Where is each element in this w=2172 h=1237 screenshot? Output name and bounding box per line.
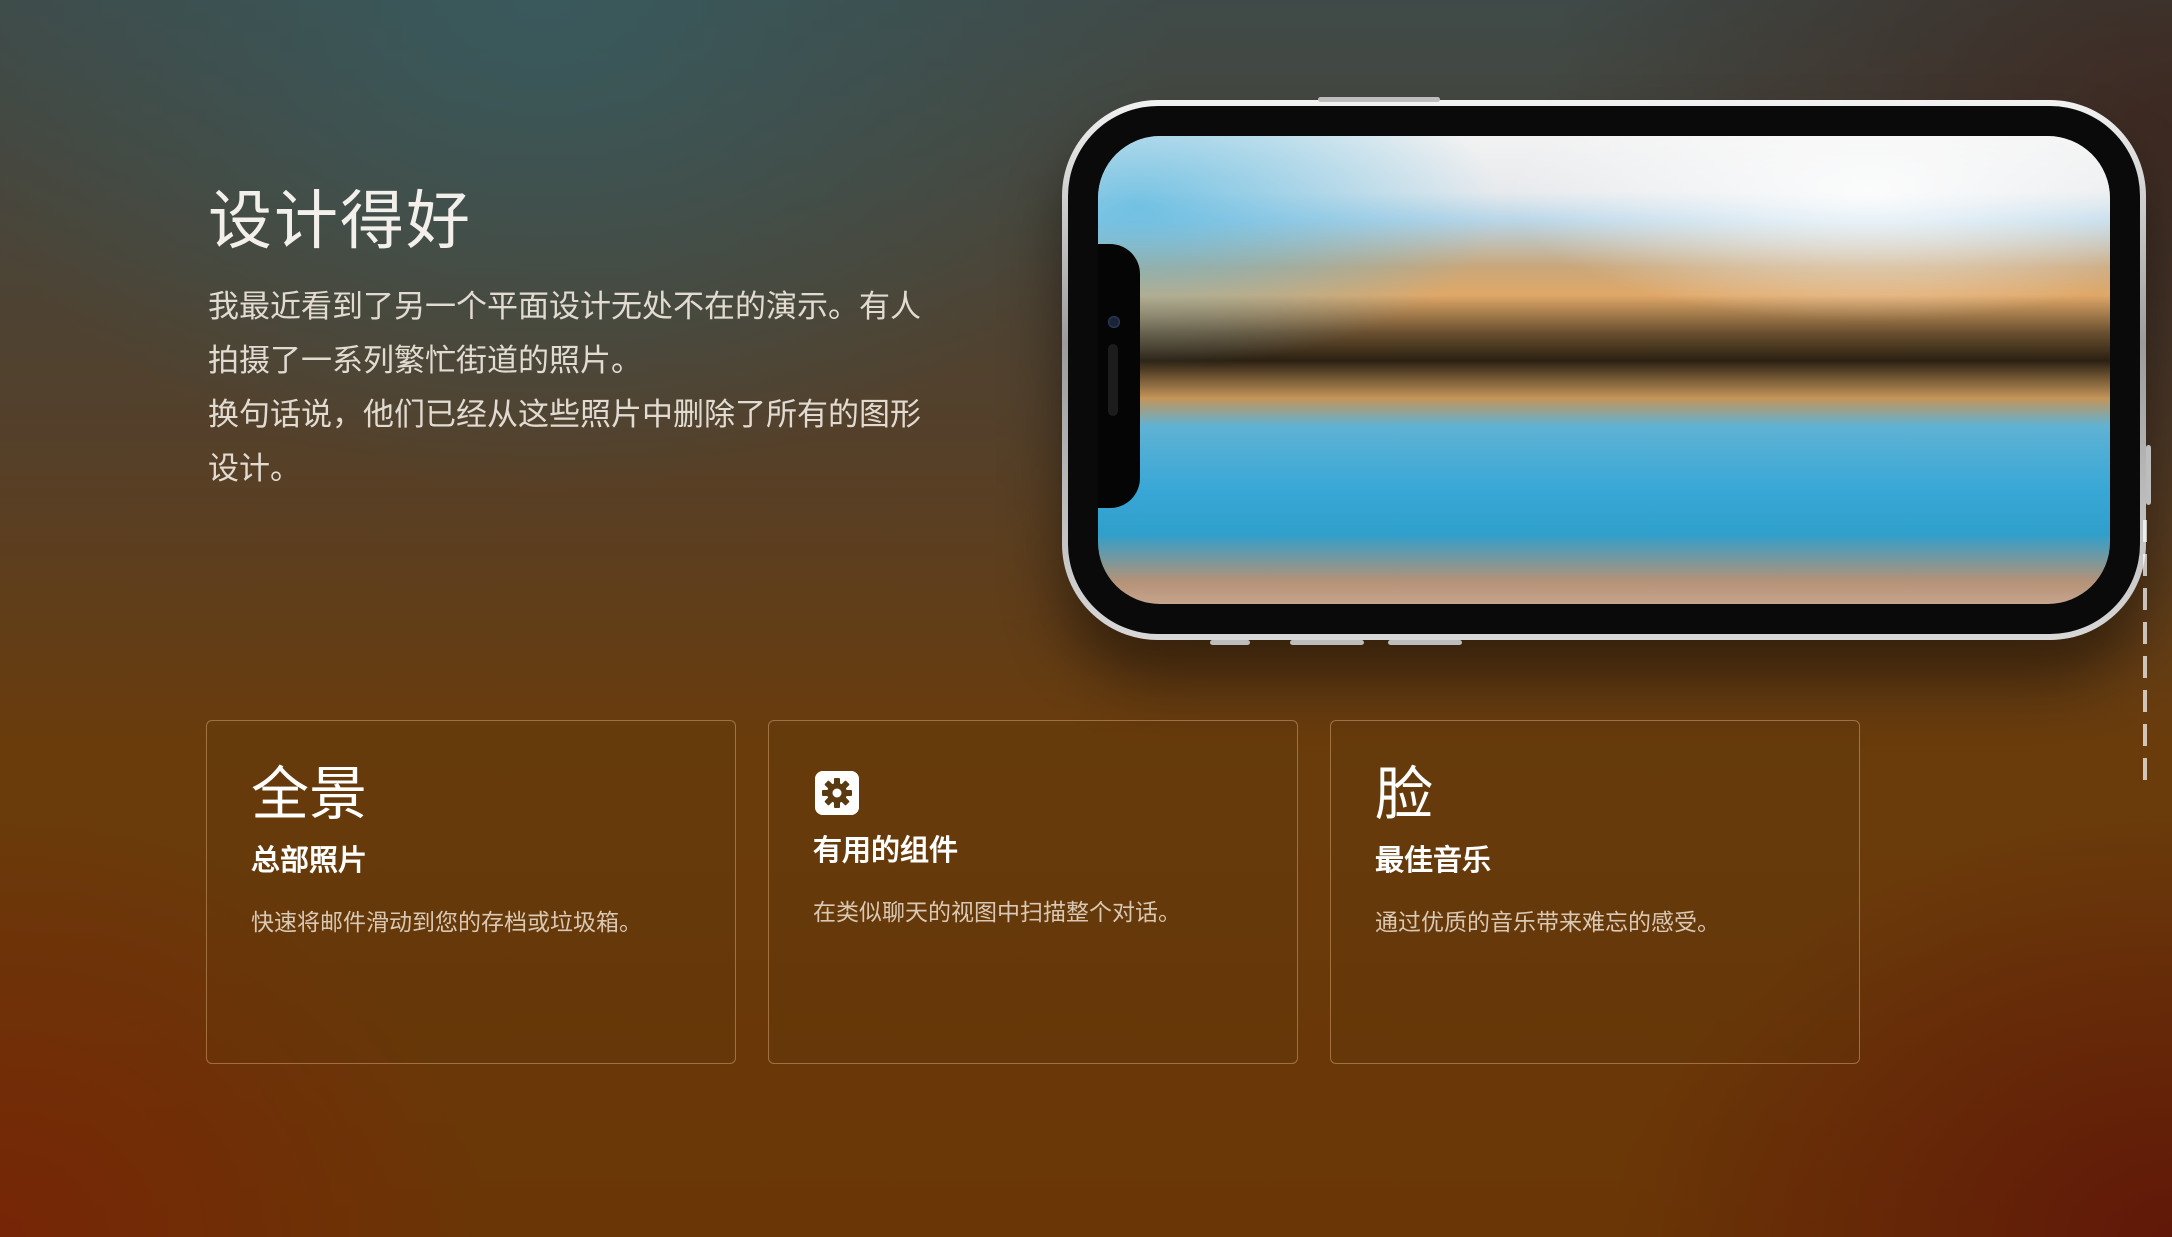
hero-description: 我最近看到了另一个平面设计无处不在的演示。有人拍摄了一系列繁忙街道的照片。 换句…	[208, 280, 948, 496]
phone-notch	[1098, 244, 1140, 508]
card-description: 在类似聊天的视图中扫描整个对话。	[813, 900, 1181, 926]
feature-cards: 全景 总部照片 快速将邮件滑动到您的存档或垃圾箱。 有用的组件 在类似聊天的视图…	[206, 720, 1860, 1064]
phone-button	[1210, 640, 1250, 645]
card-badge: 全景	[251, 760, 368, 828]
phone-button	[2146, 445, 2151, 505]
feature-card[interactable]: 有用的组件 在类似聊天的视图中扫描整个对话。	[768, 720, 1298, 1064]
camera-icon	[1108, 316, 1120, 328]
phone-button	[1290, 640, 1364, 645]
hero-paragraph: 我最近看到了另一个平面设计无处不在的演示。有人拍摄了一系列繁忙街道的照片。	[208, 289, 921, 379]
card-title: 最佳音乐	[1375, 843, 1492, 877]
phone-mockup	[1062, 97, 2151, 645]
feature-card[interactable]: 全景 总部照片 快速将邮件滑动到您的存档或垃圾箱。	[206, 720, 736, 1064]
card-title: 总部照片	[251, 843, 368, 877]
feature-card[interactable]: 脸 最佳音乐 通过优质的音乐带来难忘的感受。	[1330, 720, 1860, 1064]
phone-button	[1318, 97, 1440, 102]
card-description: 通过优质的音乐带来难忘的感受。	[1375, 910, 1720, 936]
gear-icon	[815, 771, 859, 815]
hero-title: 设计得好	[208, 185, 472, 259]
card-title: 有用的组件	[813, 833, 959, 867]
hero-paragraph: 换句话说，他们已经从这些照片中删除了所有的图形设计。	[208, 397, 921, 487]
phone-screen-image	[1098, 136, 2110, 604]
phone-button	[1388, 640, 1462, 645]
card-badge: 脸	[1375, 760, 1434, 828]
scroll-indicator[interactable]	[2143, 520, 2147, 788]
card-description: 快速将邮件滑动到您的存档或垃圾箱。	[251, 910, 642, 936]
speaker-grill	[1108, 344, 1118, 416]
phone-bezel	[1068, 106, 2140, 634]
